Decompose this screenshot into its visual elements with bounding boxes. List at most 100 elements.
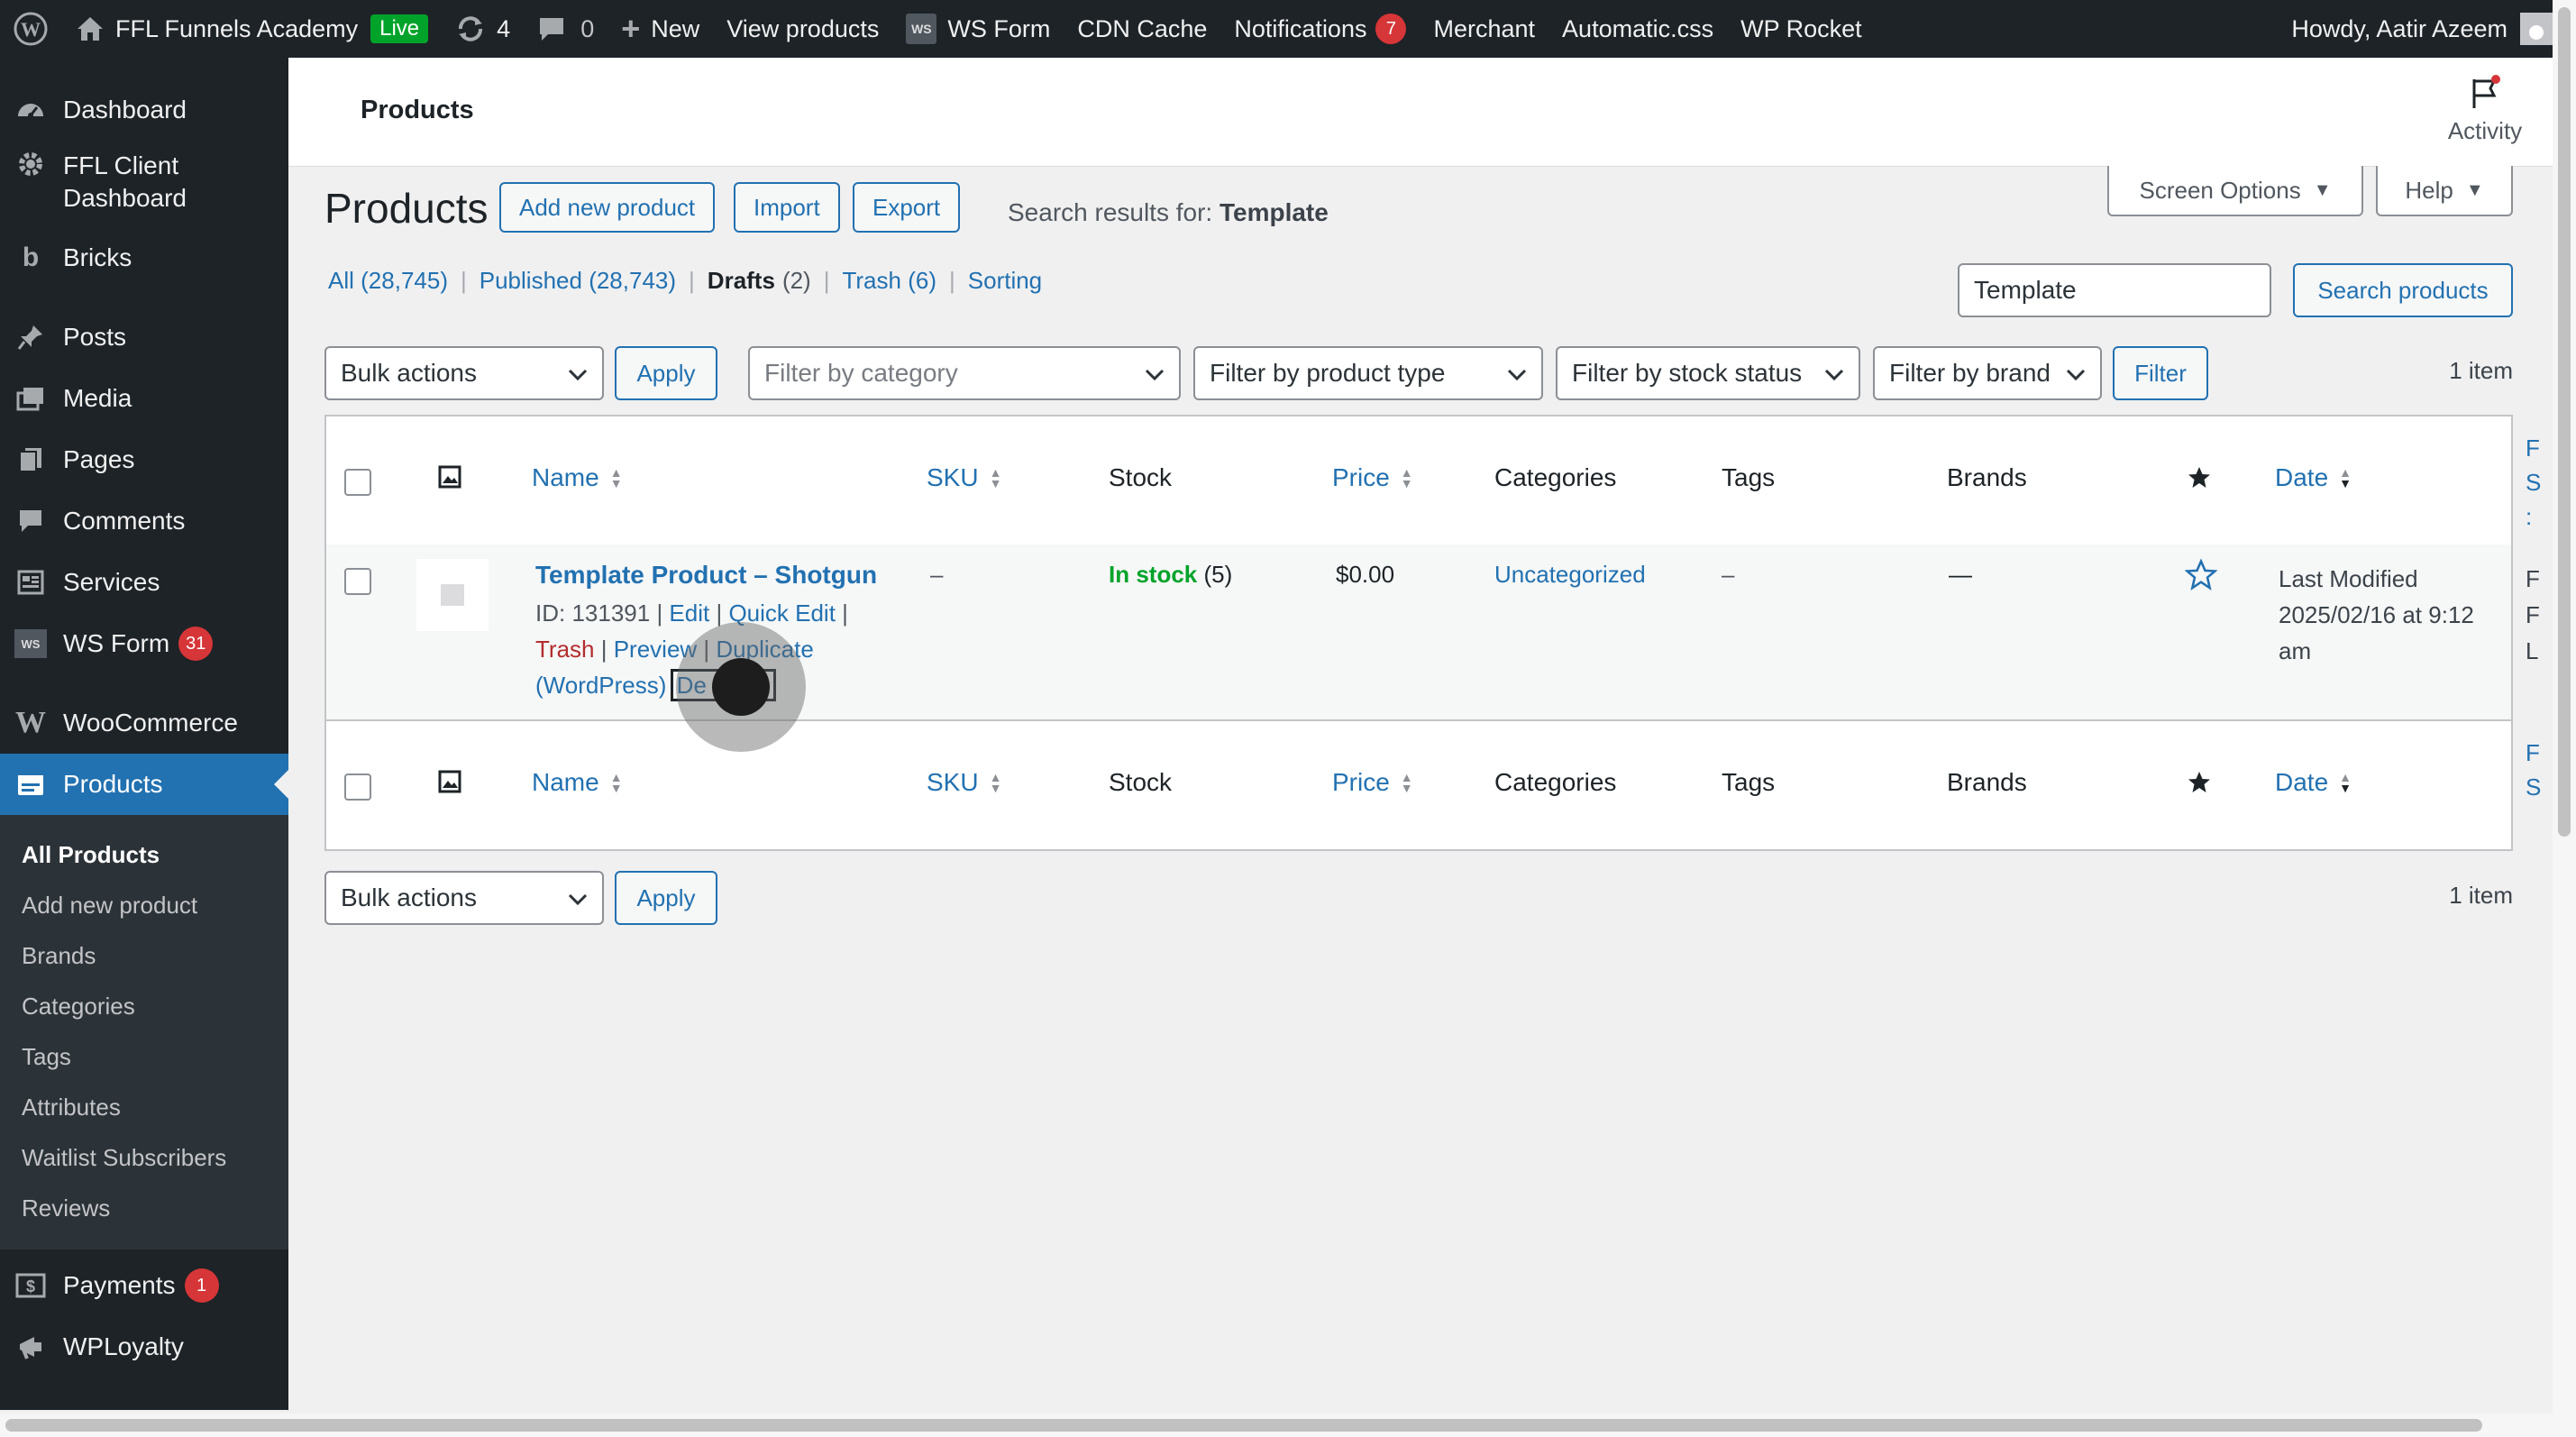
duplicate-wordpress-link[interactable]: (WordPress) (535, 672, 666, 699)
column-name[interactable]: Name ▲ ▼ (532, 463, 623, 492)
sidebar-item-woocommerce[interactable]: W WooCommerce (0, 692, 288, 754)
updates-icon (455, 14, 486, 43)
comments-menu[interactable]: 0 (524, 0, 607, 58)
category-link[interactable]: Uncategorized (1494, 561, 1646, 589)
screen-options-button[interactable]: Screen Options ▼ (2107, 166, 2363, 216)
cdn-cache-menu[interactable]: CDN Cache (1064, 0, 1220, 58)
filter-category-select[interactable]: Filter by category (748, 346, 1181, 400)
footer-column-sku[interactable]: SKU ▲ ▼ (927, 768, 1001, 797)
ws-form-menu[interactable]: WS WS Form (892, 0, 1064, 58)
export-button[interactable]: Export (853, 182, 961, 233)
edit-link[interactable]: Edit (669, 600, 709, 627)
row-checkbox[interactable] (344, 568, 371, 595)
dashboard-icon (14, 96, 47, 124)
filter-stock-status-select[interactable]: Filter by stock status (1556, 346, 1860, 400)
view-trash[interactable]: Trash (6) (842, 267, 936, 295)
horizontal-scroll-thumb[interactable] (5, 1419, 2482, 1432)
vertical-scrollbar[interactable] (2553, 0, 2576, 1437)
product-thumbnail[interactable] (416, 559, 489, 631)
import-button[interactable]: Import (734, 182, 840, 233)
select-all-checkbox[interactable] (344, 469, 371, 496)
horizontal-scrollbar[interactable] (0, 1414, 2553, 1437)
svg-text:$: $ (26, 1277, 35, 1295)
column-price[interactable]: Price ▲ ▼ (1332, 463, 1413, 492)
submenu-categories[interactable]: Categories (0, 981, 288, 1031)
merchant-menu[interactable]: Merchant (1420, 0, 1548, 58)
view-sorting[interactable]: Sorting (968, 267, 1042, 295)
sidebar-item-payments[interactable]: $ Payments 1 (0, 1255, 288, 1316)
help-button[interactable]: Help ▼ (2376, 166, 2513, 216)
select-all-checkbox-footer[interactable] (344, 773, 371, 801)
bulk-actions-select-bottom[interactable]: Bulk actions (324, 871, 604, 925)
account-menu[interactable]: Howdy, Aatir Azeem (2291, 13, 2576, 45)
view-all[interactable]: All (28,745) (328, 267, 448, 295)
column-date-label: Date (2275, 768, 2329, 796)
submenu-add-new-product[interactable]: Add new product (0, 880, 288, 930)
ws-form-label: WS Form (947, 14, 1051, 42)
vertical-scroll-thumb[interactable] (2558, 7, 2571, 837)
feature-star-icon[interactable] (2184, 558, 2218, 598)
add-new-product-button[interactable]: Add new product (499, 182, 716, 233)
clipped-cell-char: L (2526, 637, 2539, 664)
notifications-badge: 7 (1375, 14, 1407, 44)
sidebar-item-ws-form[interactable]: WS WS Form 31 (0, 613, 288, 674)
screen-options-label: Screen Options (2139, 176, 2301, 204)
apply-button-top[interactable]: Apply (615, 346, 717, 400)
submenu-reviews[interactable]: Reviews (0, 1183, 288, 1233)
sidebar-item-wployalty[interactable]: WPLoyalty (0, 1316, 288, 1378)
view-drafts[interactable]: Drafts (2) (708, 267, 811, 295)
submenu-brands[interactable]: Brands (0, 930, 288, 981)
sidebar-item-services[interactable]: Services (0, 552, 288, 613)
search-products-button[interactable]: Search products (2293, 263, 2513, 317)
new-content-menu[interactable]: + New (607, 0, 713, 58)
sort-arrows-icon: ▲ ▼ (1400, 770, 1413, 795)
clipped-cell-char: F (2526, 565, 2540, 592)
activity-button[interactable]: Activity (2417, 74, 2553, 145)
clipped-footer-char: F (2526, 739, 2540, 766)
column-sku[interactable]: SKU ▲ ▼ (927, 463, 1001, 492)
product-search-input[interactable]: Template (1958, 263, 2271, 317)
notifications-menu[interactable]: Notifications 7 (1220, 0, 1420, 58)
filter-product-type-select[interactable]: Filter by product type (1193, 346, 1543, 400)
submenu-all-products[interactable]: All Products (0, 829, 288, 880)
clipped-column-cell: FFL (2526, 561, 2540, 669)
sidebar-item-ffl-client-dashboard[interactable]: FFL Client Dashboard (0, 141, 288, 220)
featured-star-icon[interactable] (2187, 770, 2212, 795)
updates-menu[interactable]: 4 (442, 0, 524, 58)
apply-button-bottom[interactable]: Apply (615, 871, 717, 925)
column-tags: Tags (1722, 463, 1776, 491)
products-icon (14, 772, 47, 797)
payments-badge: 1 (184, 1268, 219, 1303)
product-name-link[interactable]: Template Product – Shotgun (535, 561, 877, 590)
column-date[interactable]: Date ▲ ▼ (2275, 463, 2352, 492)
filter-brand-select[interactable]: Filter by brand (1873, 346, 2102, 400)
sidebar-item-posts[interactable]: Posts (0, 307, 288, 368)
sidebar-item-products[interactable]: Products (0, 754, 288, 815)
sidebar-item-dashboard[interactable]: Dashboard (0, 79, 288, 141)
footer-column-date[interactable]: Date ▲ ▼ (2275, 768, 2352, 797)
sidebar-item-comments[interactable]: Comments (0, 490, 288, 552)
submenu-tags[interactable]: Tags (0, 1031, 288, 1082)
submenu-attributes[interactable]: Attributes (0, 1082, 288, 1132)
ws-form-badge: 31 (178, 627, 214, 661)
svg-text:W: W (21, 18, 41, 41)
site-name-menu[interactable]: FFL Funnels Academy Live (62, 0, 442, 58)
footer-column-price[interactable]: Price ▲ ▼ (1332, 768, 1413, 797)
filter-button[interactable]: Filter (2113, 346, 2208, 400)
automatic-css-menu[interactable]: Automatic.css (1548, 0, 1727, 58)
chevron-down-icon (568, 883, 588, 912)
trash-link[interactable]: Trash (535, 636, 595, 663)
sku-value: – (930, 561, 944, 588)
wp-logo-menu[interactable]: W (0, 0, 62, 58)
view-products-link[interactable]: View products (713, 0, 892, 58)
sidebar-item-pages[interactable]: Pages (0, 429, 288, 490)
footer-column-name[interactable]: Name ▲ ▼ (532, 768, 623, 797)
view-published[interactable]: Published (28,743) (480, 267, 676, 295)
featured-star-icon[interactable] (2187, 465, 2212, 490)
bulk-actions-select[interactable]: Bulk actions (324, 346, 604, 400)
submenu-waitlist-subscribers[interactable]: Waitlist Subscribers (0, 1132, 288, 1183)
sidebar-item-bricks[interactable]: b Bricks (0, 227, 288, 288)
wp-rocket-menu[interactable]: WP Rocket (1727, 0, 1876, 58)
sidebar-item-media[interactable]: Media (0, 368, 288, 429)
ws-form-icon: WS (14, 629, 47, 658)
